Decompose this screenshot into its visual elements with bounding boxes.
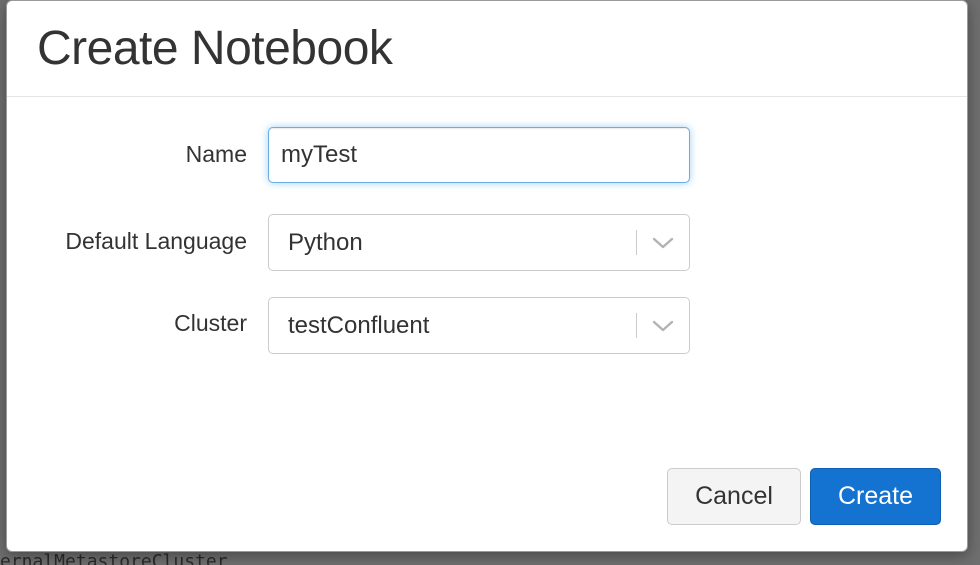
language-select[interactable]: Python <box>268 214 690 271</box>
background-text: ernalMetastoreCluster <box>0 551 228 565</box>
chevron-down-icon[interactable] <box>651 231 675 255</box>
create-notebook-dialog: Create Notebook Name Default Language Py… <box>6 0 968 552</box>
cancel-button[interactable]: Cancel <box>667 468 801 525</box>
language-label: Default Language <box>65 228 247 254</box>
cluster-label: Cluster <box>174 310 247 336</box>
dialog-title: Create Notebook <box>37 22 393 75</box>
dialog-header: Create Notebook <box>7 1 967 97</box>
cluster-select-value: testConfluent <box>288 312 430 339</box>
create-button[interactable]: Create <box>810 468 941 525</box>
cluster-select[interactable]: testConfluent <box>268 297 690 354</box>
name-input[interactable] <box>268 127 690 183</box>
chevron-down-icon[interactable] <box>651 314 675 338</box>
select-separator <box>636 230 637 255</box>
language-select-value: Python <box>288 229 363 256</box>
select-separator <box>636 313 637 338</box>
name-label: Name <box>185 141 247 167</box>
